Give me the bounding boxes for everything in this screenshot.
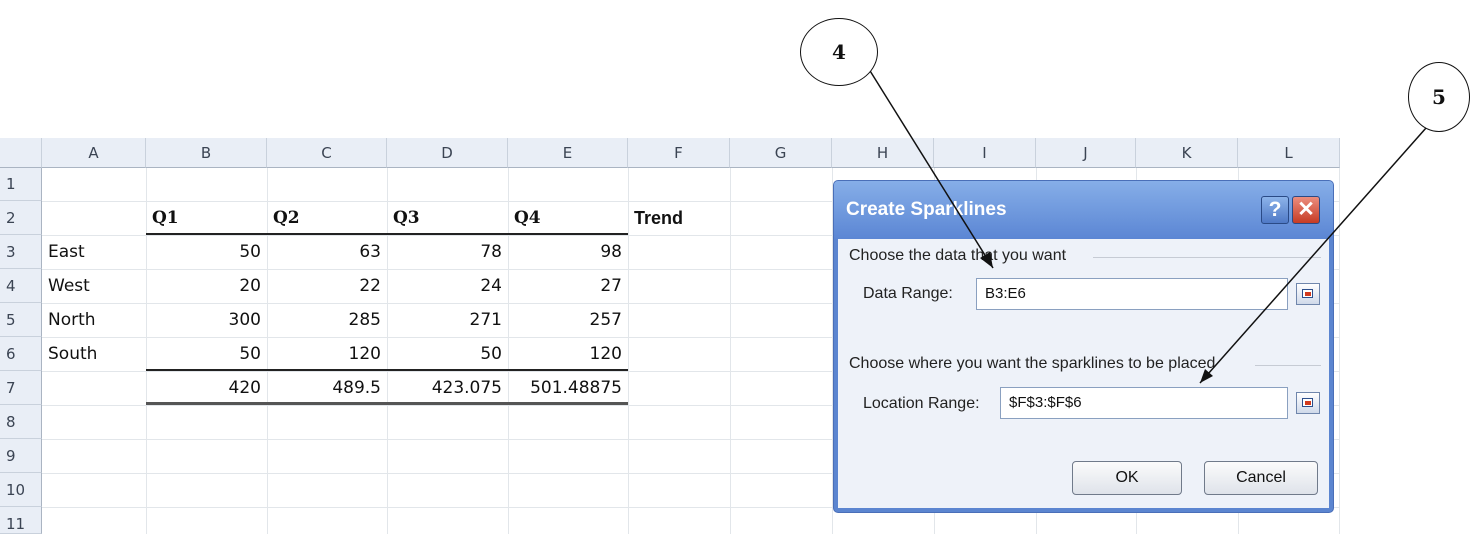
callout-arrows — [866, 65, 1427, 384]
callout-4: 4 — [800, 18, 878, 86]
callout-5: 5 — [1408, 62, 1470, 132]
callout-4-arrowhead — [980, 252, 993, 268]
callout-4-arrow — [866, 65, 994, 269]
callout-5-arrow — [1199, 127, 1427, 384]
